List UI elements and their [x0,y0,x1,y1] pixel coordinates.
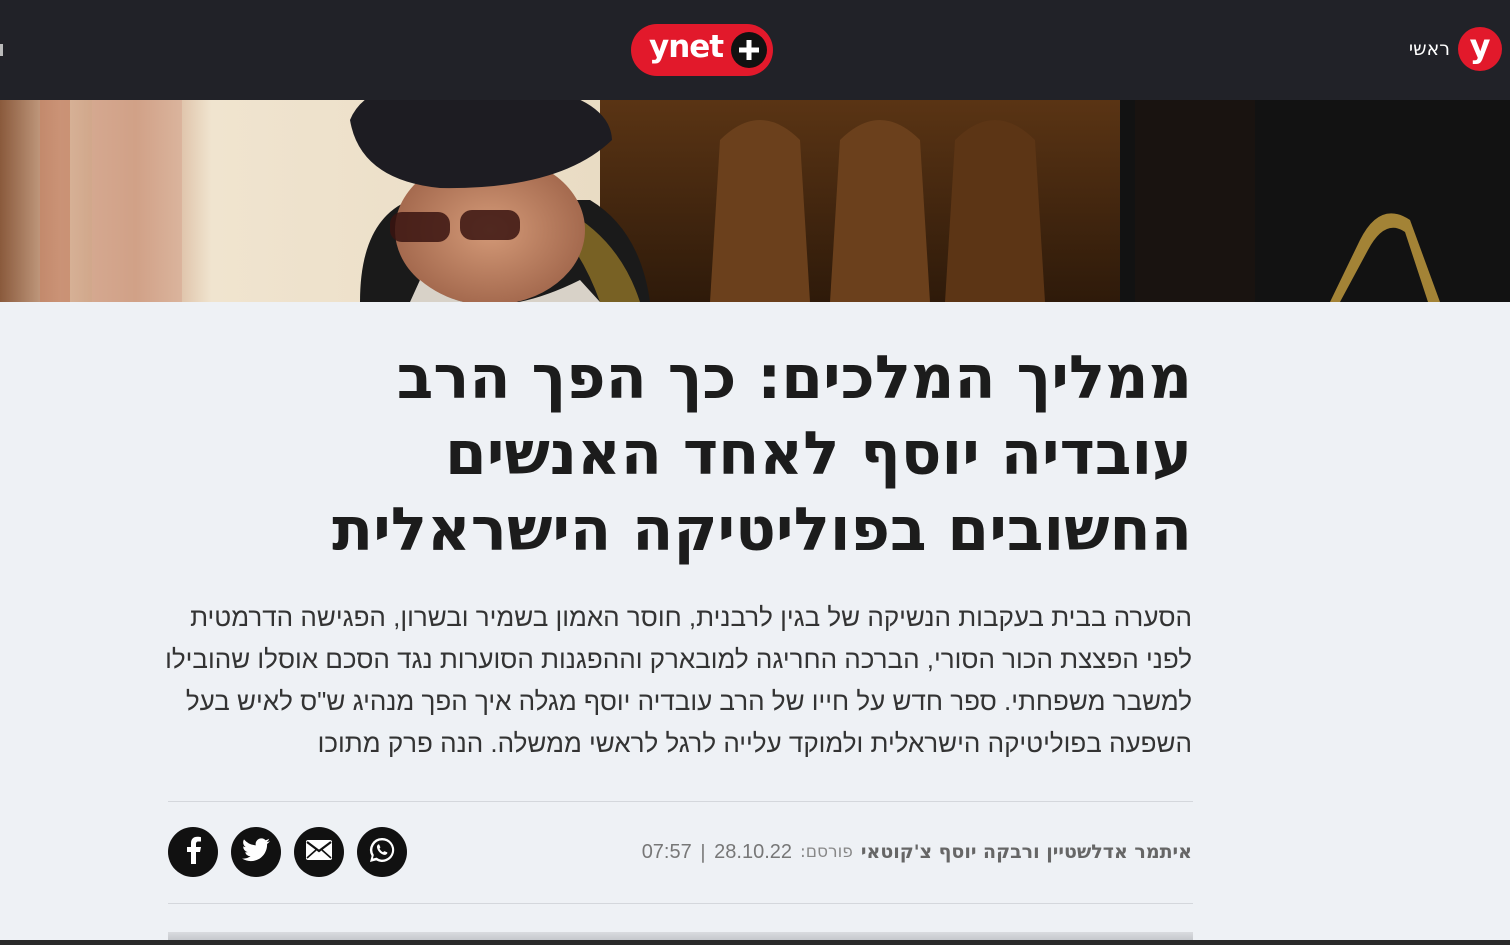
hero-image [0,100,1510,302]
home-link[interactable]: y ראשי [1409,25,1502,73]
email-share-button[interactable] [294,827,344,877]
article-subtitle: הסערה בבית בעקבות הנשיקה של בגין לרבנית,… [165,602,1192,758]
ynet-y-logo: y [1458,27,1502,71]
published-date: 28.10.22 [714,840,793,863]
twitter-icon [242,838,270,866]
ynet-plus-logo[interactable]: ynet [631,24,773,76]
menu-edge-handle[interactable] [0,44,3,56]
divider [168,801,1193,802]
byline: איתמר אדלשטיין ורבקה יוסף צ'קוטאי פורסם:… [642,838,1192,866]
home-label: ראשי [1408,38,1450,60]
whatsapp-icon [368,836,396,868]
facebook-icon [181,836,205,868]
twitter-share-button[interactable] [231,827,281,877]
article-authors[interactable]: איתמר אדלשטיין ורבקה יוסף צ'קוטאי [861,841,1192,863]
divider [168,903,1193,904]
top-header: ynet y ראשי [0,0,1510,100]
share-buttons [168,827,407,877]
facebook-share-button[interactable] [168,827,218,877]
plus-icon [731,32,768,68]
whatsapp-share-button[interactable] [357,827,407,877]
ynet-brand-text: ynet [649,28,724,65]
published-time: 07:57 [641,840,692,863]
article-headline: ממליך המלכים: כך הפך הרב עובדיה יוסף לאח… [332,343,1192,565]
date-separator: | [699,841,707,863]
email-icon [305,839,333,865]
page-bottom-edge [0,940,1510,945]
published-label: פורסם: [800,842,853,862]
